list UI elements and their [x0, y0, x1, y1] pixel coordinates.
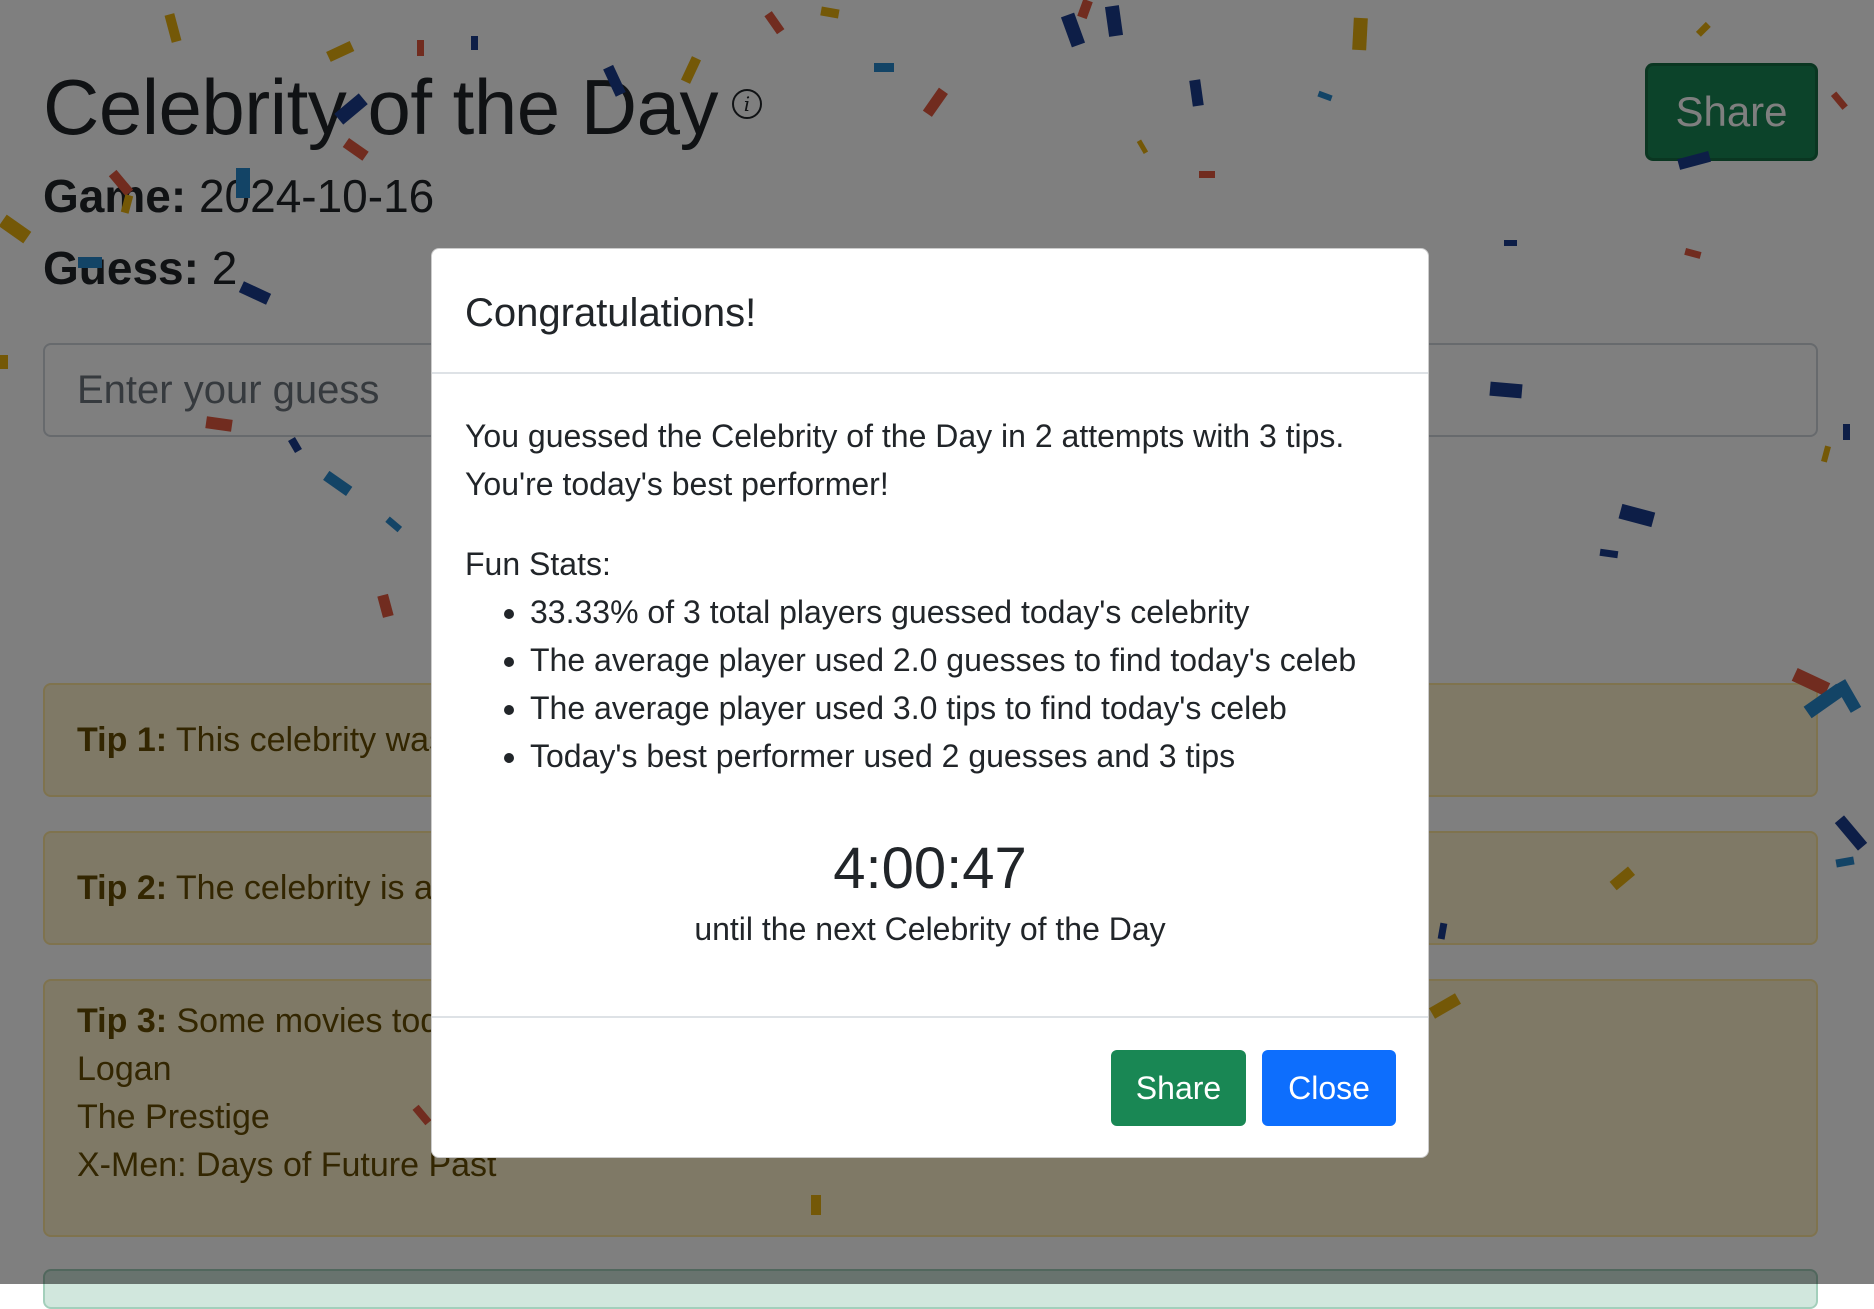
- stats-item: Today's best performer used 2 guesses an…: [530, 732, 1395, 780]
- modal-title: Congratulations!: [465, 291, 757, 335]
- congratulations-modal: Congratulations! You guessed the Celebri…: [431, 248, 1429, 1158]
- stats-item: 33.33% of 3 total players guessed today'…: [530, 588, 1395, 636]
- countdown-caption: until the next Celebrity of the Day: [694, 911, 1166, 947]
- best-performer-message: You're today's best performer!: [465, 466, 889, 502]
- share-button[interactable]: Share: [1111, 1050, 1246, 1126]
- stats-item: The average player used 2.0 guesses to f…: [530, 636, 1395, 684]
- stats-list: 33.33% of 3 total players guessed today'…: [465, 588, 1395, 780]
- page: Celebrity of the Day i Share Game: 2024-…: [0, 0, 1874, 1309]
- stats-heading: Fun Stats:: [465, 546, 611, 582]
- modal-body: You guessed the Celebrity of the Day in …: [465, 412, 1395, 780]
- stats-item: The average player used 3.0 tips to find…: [530, 684, 1395, 732]
- modal-footer: Share Close: [432, 1016, 1428, 1157]
- close-button[interactable]: Close: [1262, 1050, 1396, 1126]
- countdown-timer: 4:00:47: [833, 836, 1027, 901]
- modal-header: Congratulations!: [432, 249, 1428, 374]
- result-message: You guessed the Celebrity of the Day in …: [465, 418, 1345, 454]
